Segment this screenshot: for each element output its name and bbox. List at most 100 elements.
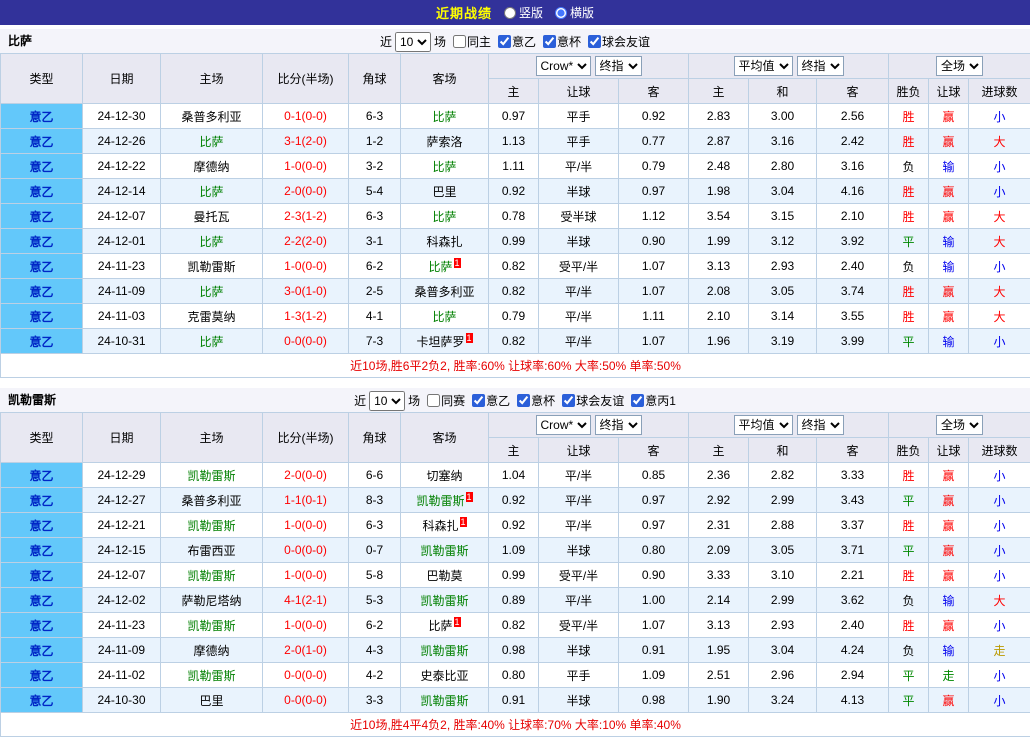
column-header: 角球 xyxy=(349,413,401,463)
closing-odds-select[interactable]: 终指 xyxy=(595,415,642,435)
away-team-cell: 桑普多利亚 xyxy=(401,279,489,304)
filter-checkbox[interactable]: 意杯 xyxy=(543,30,581,54)
team-text: 凯勒雷斯 xyxy=(187,519,235,533)
match-row: 意乙24-12-01比萨2-2(2-0)3-1科森扎0.99半球0.901.99… xyxy=(1,229,1030,254)
result-cell-text: 胜 xyxy=(903,210,915,224)
avg-draw-cell: 2.99 xyxy=(749,488,817,513)
score-cell: 0-1(0-0) xyxy=(263,104,349,129)
away-team-cell: 科森扎1 xyxy=(401,513,489,538)
avg-home-cell: 2.92 xyxy=(689,488,749,513)
team-text: 比萨 xyxy=(432,160,456,174)
radio-vertical-input[interactable] xyxy=(504,7,516,19)
checkbox-label: 意乙 xyxy=(486,389,510,413)
corner-cell: 3-3 xyxy=(349,688,401,713)
checkbox-input[interactable] xyxy=(453,35,466,48)
closing-odds-select-2[interactable]: 终指 xyxy=(797,56,844,76)
handicap-cell: 受半球 xyxy=(539,204,619,229)
corner-cell: 3-2 xyxy=(349,154,401,179)
fulltime-select[interactable]: 全场 xyxy=(936,56,983,76)
team-text: 比萨 xyxy=(199,235,223,249)
away-odds-cell: 1.07 xyxy=(619,279,689,304)
away-odds-cell: 1.11 xyxy=(619,304,689,329)
filter-checkbox[interactable]: 同主 xyxy=(453,30,491,54)
avg-home-cell: 1.90 xyxy=(689,688,749,713)
filter-checkbox[interactable]: 球会友谊 xyxy=(588,30,650,54)
result-cell-text: 平 xyxy=(903,335,915,349)
handicap-result-cell-text: 赢 xyxy=(943,694,955,708)
avg-home-cell: 2.87 xyxy=(689,129,749,154)
filter-checkbox[interactable]: 意乙 xyxy=(498,30,536,54)
red-card-badge: 1 xyxy=(454,617,461,627)
filter-checkbox[interactable]: 意丙1 xyxy=(631,389,676,413)
goals-result-cell: 小 xyxy=(969,563,1030,588)
corner-cell: 6-6 xyxy=(349,463,401,488)
score-cell: 0-0(0-0) xyxy=(263,329,349,354)
result-cell-text: 胜 xyxy=(903,310,915,324)
checkbox-input[interactable] xyxy=(427,394,440,407)
checkbox-input[interactable] xyxy=(588,35,601,48)
result-cell-text: 胜 xyxy=(903,569,915,583)
handicap-result-cell: 输 xyxy=(929,588,969,613)
away-team-cell: 巴勒莫 xyxy=(401,563,489,588)
goals-result-cell-text: 小 xyxy=(994,569,1006,583)
checkbox-input[interactable] xyxy=(562,394,575,407)
checkbox-input[interactable] xyxy=(498,35,511,48)
date-cell: 24-12-07 xyxy=(83,204,161,229)
team-text: 凯勒雷斯 xyxy=(187,469,235,483)
team-text: 比萨 xyxy=(199,285,223,299)
filter-checkbox[interactable]: 球会友谊 xyxy=(562,389,624,413)
handicap-result-cell: 输 xyxy=(929,329,969,354)
recent-count-select[interactable]: 10 xyxy=(395,32,431,52)
avg-home-cell: 2.14 xyxy=(689,588,749,613)
avg-away-cell: 3.16 xyxy=(817,154,889,179)
avg-away-cell: 3.33 xyxy=(817,463,889,488)
average-select[interactable]: 平均值 xyxy=(734,56,793,76)
team-text: 桑普多利亚 xyxy=(181,494,241,508)
avg-away-cell: 2.42 xyxy=(817,129,889,154)
away-team-cell: 凯勒雷斯 xyxy=(401,538,489,563)
date-cell: 24-11-23 xyxy=(83,613,161,638)
radio-horizontal-input[interactable] xyxy=(555,7,567,19)
layout-radio-horizontal[interactable]: 横版 xyxy=(555,4,594,21)
away-odds-cell: 1.07 xyxy=(619,254,689,279)
corner-cell: 4-1 xyxy=(349,304,401,329)
bookmaker-select[interactable]: Crow* xyxy=(536,415,591,435)
match-row: 意乙24-11-02凯勒雷斯0-0(0-0)4-2史泰比亚0.80平手1.092… xyxy=(1,663,1030,688)
away-team-cell: 萨索洛 xyxy=(401,129,489,154)
avg-home-cell: 2.10 xyxy=(689,304,749,329)
away-team-cell: 比萨1 xyxy=(401,613,489,638)
avg-away-cell: 3.92 xyxy=(817,229,889,254)
away-odds-cell: 0.90 xyxy=(619,563,689,588)
page-title: 近期战绩 xyxy=(436,3,492,22)
team-section: 凯勒雷斯近10场同赛意乙意杯球会友谊意丙1类型日期主场比分(半场)角球客场Cro… xyxy=(0,388,1030,737)
result-cell: 胜 xyxy=(889,463,929,488)
home-team-cell: 比萨 xyxy=(161,229,263,254)
score-cell: 1-0(0-0) xyxy=(263,513,349,538)
avg-home-cell: 2.83 xyxy=(689,104,749,129)
avg-away-cell: 3.74 xyxy=(817,279,889,304)
average-select[interactable]: 平均值 xyxy=(734,415,793,435)
filter-checkbox[interactable]: 同赛 xyxy=(427,389,465,413)
goals-result-cell-text: 小 xyxy=(994,619,1006,633)
closing-odds-select-2[interactable]: 终指 xyxy=(797,415,844,435)
score-cell: 1-0(0-0) xyxy=(263,154,349,179)
checkbox-input[interactable] xyxy=(631,394,644,407)
handicap-result-cell: 赢 xyxy=(929,304,969,329)
handicap-result-cell: 赢 xyxy=(929,463,969,488)
home-odds-cell: 0.82 xyxy=(489,613,539,638)
checkbox-input[interactable] xyxy=(543,35,556,48)
layout-radio-vertical[interactable]: 竖版 xyxy=(504,4,543,21)
fulltime-select[interactable]: 全场 xyxy=(936,415,983,435)
checkbox-input[interactable] xyxy=(472,394,485,407)
goals-result-cell: 大 xyxy=(969,129,1030,154)
corner-cell: 3-1 xyxy=(349,229,401,254)
checkbox-input[interactable] xyxy=(517,394,530,407)
closing-odds-select[interactable]: 终指 xyxy=(595,56,642,76)
goals-result-cell-text: 小 xyxy=(994,185,1006,199)
result-cell-text: 平 xyxy=(903,235,915,249)
filter-checkbox[interactable]: 意杯 xyxy=(517,389,555,413)
handicap-cell: 平/半 xyxy=(539,488,619,513)
bookmaker-select[interactable]: Crow* xyxy=(536,56,591,76)
recent-count-select[interactable]: 10 xyxy=(369,391,405,411)
filter-checkbox[interactable]: 意乙 xyxy=(472,389,510,413)
